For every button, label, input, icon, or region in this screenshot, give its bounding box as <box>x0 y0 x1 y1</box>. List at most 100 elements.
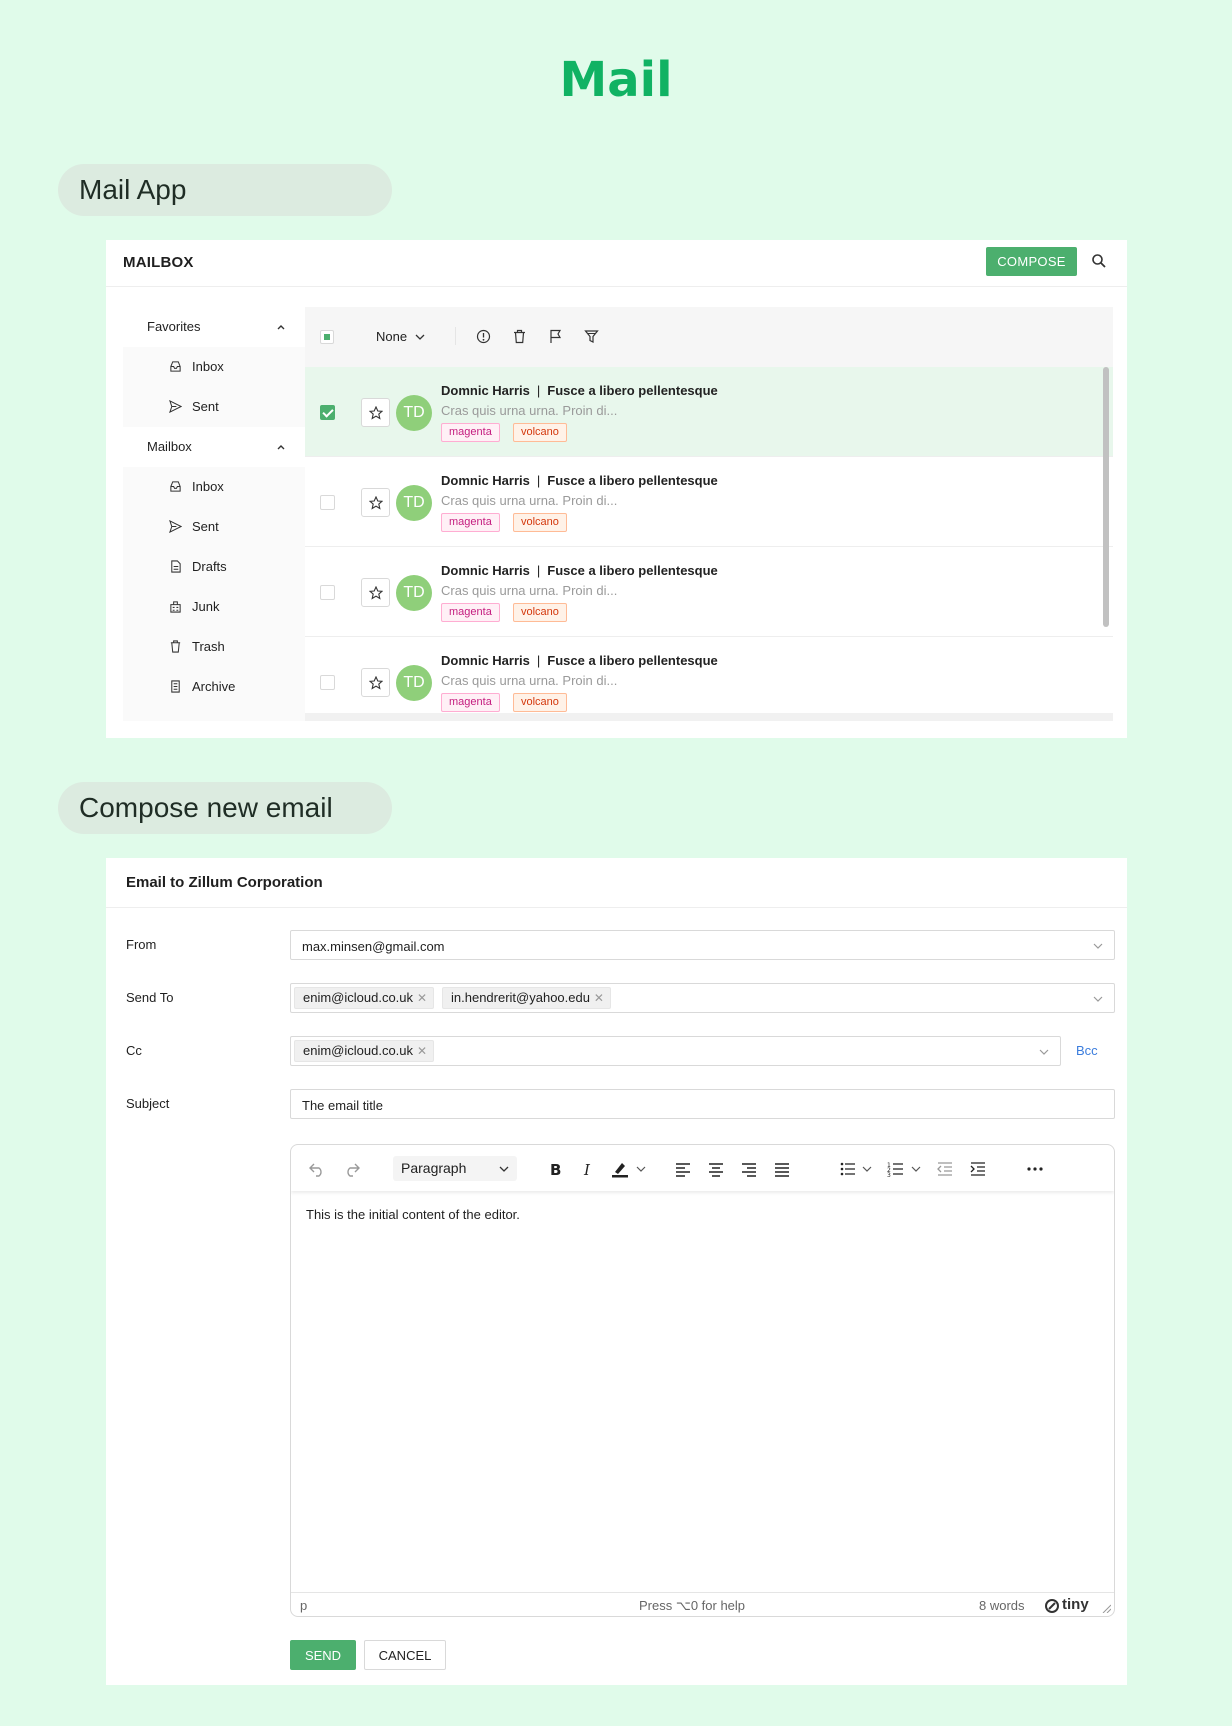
chevron-up-icon[interactable] <box>275 321 287 333</box>
chevron-down-icon[interactable] <box>910 1160 922 1178</box>
cancel-button[interactable]: CANCEL <box>364 1640 446 1670</box>
remove-icon[interactable]: ✕ <box>417 1041 427 1061</box>
cc-select[interactable]: enim@icloud.co.uk ✕ <box>290 1036 1061 1066</box>
bcc-link[interactable]: Bcc <box>1076 1043 1098 1058</box>
sidebar-group-label: Favorites <box>147 319 201 334</box>
message-sender: Domnic Harris <box>441 653 530 668</box>
sidebar-group-mailbox[interactable]: Mailbox <box>123 427 305 467</box>
subject-input[interactable]: The email title <box>290 1089 1115 1119</box>
align-right-icon[interactable] <box>740 1160 758 1178</box>
recipient-chip: in.hendrerit@yahoo.edu ✕ <box>442 987 611 1009</box>
sidebar-group-favorites[interactable]: Favorites <box>123 307 305 347</box>
filter-icon[interactable] <box>584 329 599 344</box>
mailbox-header: MAILBOX COMPOSE <box>106 240 1127 287</box>
message-header: Domnic Harris | Fusce a libero pellentesqu… <box>441 653 718 668</box>
delete-icon[interactable] <box>512 329 527 344</box>
message-checkbox[interactable] <box>320 675 335 690</box>
inbox-icon <box>170 481 181 492</box>
remove-icon[interactable]: ✕ <box>594 988 604 1008</box>
sidebar-item-favorites-inbox[interactable]: Inbox <box>123 347 305 387</box>
tag-volcano: volcano <box>513 423 567 442</box>
list-scrollbar[interactable] <box>1103 367 1109 627</box>
chevron-down-icon[interactable] <box>861 1160 873 1178</box>
tag-magenta: magenta <box>441 513 500 532</box>
more-icon[interactable] <box>1026 1160 1044 1178</box>
cc-chip: enim@icloud.co.uk ✕ <box>294 1040 435 1062</box>
chevron-down-icon[interactable] <box>635 1160 647 1178</box>
indent-icon[interactable] <box>969 1160 987 1178</box>
flag-icon[interactable] <box>548 329 563 344</box>
star-button[interactable] <box>361 398 390 427</box>
message-sender: Domnic Harris <box>441 563 530 578</box>
block-format-dropdown[interactable]: Paragraph <box>393 1156 517 1181</box>
message-row[interactable]: TD Domnic Harris | Fusce a libero pellente… <box>305 457 1113 547</box>
message-row[interactable]: TD Domnic Harris | Fusce a libero pellente… <box>305 367 1113 457</box>
numbered-list-icon[interactable]: 123 <box>887 1160 905 1178</box>
message-snippet: Cras quis urna urna. Proin di... <box>441 673 618 688</box>
block-format-value: Paragraph <box>401 1160 467 1176</box>
outdent-icon[interactable] <box>936 1160 954 1178</box>
toolbar-divider <box>455 327 456 345</box>
align-justify-icon[interactable] <box>773 1160 791 1178</box>
message-header: Domnic Harris | Fusce a libero pellentesqu… <box>441 473 718 488</box>
trash-icon <box>170 640 181 653</box>
select-all-checkbox[interactable] <box>320 330 334 344</box>
editor-content[interactable]: This is the initial content of the edito… <box>306 1207 520 1222</box>
select-filter-dropdown[interactable]: None <box>376 329 425 344</box>
svg-text:3: 3 <box>887 1172 891 1178</box>
undo-icon[interactable] <box>308 1160 326 1178</box>
compose-button[interactable]: COMPOSE <box>986 247 1077 276</box>
from-label: From <box>126 937 157 952</box>
sidebar-item-trash[interactable]: Trash <box>123 627 305 667</box>
sidebar-item-favorites-sent[interactable]: Sent <box>123 387 305 427</box>
mailbox-sidebar: Favorites Inbox Sent Mailbox Inbox Sent … <box>123 307 305 721</box>
message-separator: | <box>536 383 541 398</box>
italic-icon[interactable]: I <box>579 1160 597 1178</box>
bullet-list-icon[interactable] <box>839 1160 857 1178</box>
section-compose-heading: Compose new email <box>58 782 392 834</box>
from-select[interactable]: max.minsen@gmail.com <box>290 930 1115 960</box>
message-header: Domnic Harris | Fusce a libero pellentesqu… <box>441 383 718 398</box>
resize-handle-icon[interactable] <box>1101 1603 1111 1613</box>
tag-volcano: volcano <box>513 693 567 712</box>
tiny-logo-text: tiny <box>1062 1596 1089 1613</box>
star-button[interactable] <box>361 578 390 607</box>
remove-icon[interactable]: ✕ <box>417 988 427 1008</box>
report-icon[interactable] <box>476 329 491 344</box>
draft-icon <box>171 560 181 573</box>
tag-volcano: volcano <box>513 513 567 532</box>
star-button[interactable] <box>361 488 390 517</box>
chevron-down-icon <box>1039 1049 1049 1055</box>
horizontal-scrollbar[interactable] <box>305 713 1113 721</box>
star-button[interactable] <box>361 668 390 697</box>
align-left-icon[interactable] <box>674 1160 692 1178</box>
element-path[interactable]: p <box>300 1598 307 1613</box>
message-separator: | <box>536 653 541 668</box>
highlight-color-icon[interactable] <box>611 1160 629 1178</box>
sidebar-item-archive[interactable]: Archive <box>123 667 305 707</box>
sidebar-item-inbox[interactable]: Inbox <box>123 467 305 507</box>
send-to-select[interactable]: enim@icloud.co.uk ✕ in.hendrerit@yahoo.ed… <box>290 983 1115 1013</box>
send-button[interactable]: SEND <box>290 1640 356 1670</box>
message-row[interactable]: TD Domnic Harris | Fusce a libero pellente… <box>305 547 1113 637</box>
message-subject: Fusce a libero pellentesque <box>547 383 718 398</box>
message-checkbox[interactable] <box>320 405 335 420</box>
sidebar-item-junk[interactable]: Junk <box>123 587 305 627</box>
sidebar-item-drafts[interactable]: Drafts <box>123 547 305 587</box>
message-row[interactable]: TD Domnic Harris | Fusce a libero pellente… <box>305 637 1113 721</box>
align-center-icon[interactable] <box>707 1160 725 1178</box>
rich-text-editor[interactable]: Paragraph B I 123 This is the initial co… <box>290 1144 1115 1617</box>
search-icon[interactable] <box>1091 253 1107 269</box>
recipient-chip-text: in.hendrerit@yahoo.edu <box>451 990 590 1005</box>
message-checkbox[interactable] <box>320 495 335 510</box>
cc-label: Cc <box>126 1043 142 1058</box>
chevron-down-icon <box>1093 996 1103 1002</box>
sidebar-item-sent[interactable]: Sent <box>123 507 305 547</box>
bold-icon[interactable]: B <box>546 1160 564 1178</box>
chevron-up-icon[interactable] <box>275 441 287 453</box>
cc-chip-text: enim@icloud.co.uk <box>303 1043 414 1058</box>
inbox-icon <box>170 361 181 372</box>
redo-icon[interactable] <box>343 1160 361 1178</box>
message-checkbox[interactable] <box>320 585 335 600</box>
word-count[interactable]: 8 words <box>979 1598 1025 1613</box>
